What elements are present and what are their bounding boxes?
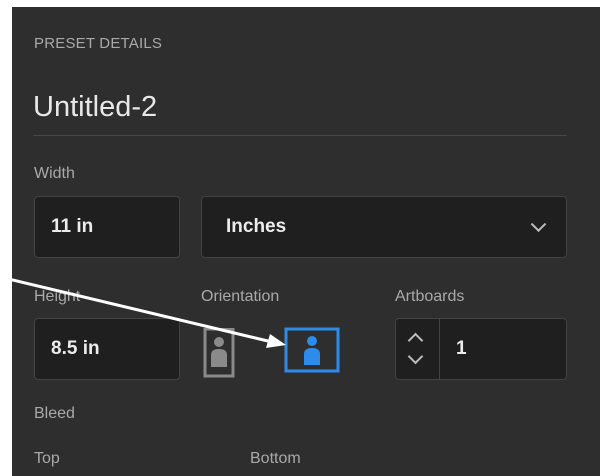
increment-icon[interactable] (407, 332, 424, 349)
height-input[interactable]: 8.5 in (34, 318, 180, 380)
bleed-top-label: Top (34, 450, 60, 467)
stepper-arrows-icon[interactable] (396, 319, 440, 379)
artboards-stepper[interactable]: 1 (395, 318, 567, 380)
orientation-label: Orientation (201, 288, 280, 305)
portrait-orientation-button[interactable] (202, 327, 250, 378)
units-dropdown[interactable]: Inches (201, 196, 567, 258)
artboards-label: Artboards (395, 288, 465, 305)
height-label: Height (34, 288, 81, 305)
decrement-icon[interactable] (407, 348, 424, 365)
bleed-label: Bleed (34, 405, 75, 422)
width-input[interactable]: 11 in (34, 196, 180, 258)
landscape-orientation-button[interactable] (284, 327, 340, 373)
bleed-bottom-label: Bottom (250, 450, 301, 467)
width-label: Width (34, 165, 75, 182)
document-name-divider (33, 135, 567, 136)
chevron-down-icon (530, 216, 547, 233)
artboards-value: 1 (456, 338, 467, 359)
width-value: 11 in (51, 216, 94, 237)
section-header: PRESET DETAILS (34, 35, 163, 52)
document-name[interactable]: Untitled-2 (33, 91, 157, 124)
portrait-orientation-icon (203, 327, 235, 378)
height-value: 8.5 in (51, 338, 100, 359)
units-selected: Inches (226, 216, 287, 237)
landscape-orientation-icon (284, 327, 340, 373)
preset-details-panel: PRESET DETAILS Untitled-2 Width 11 in In… (12, 7, 600, 476)
